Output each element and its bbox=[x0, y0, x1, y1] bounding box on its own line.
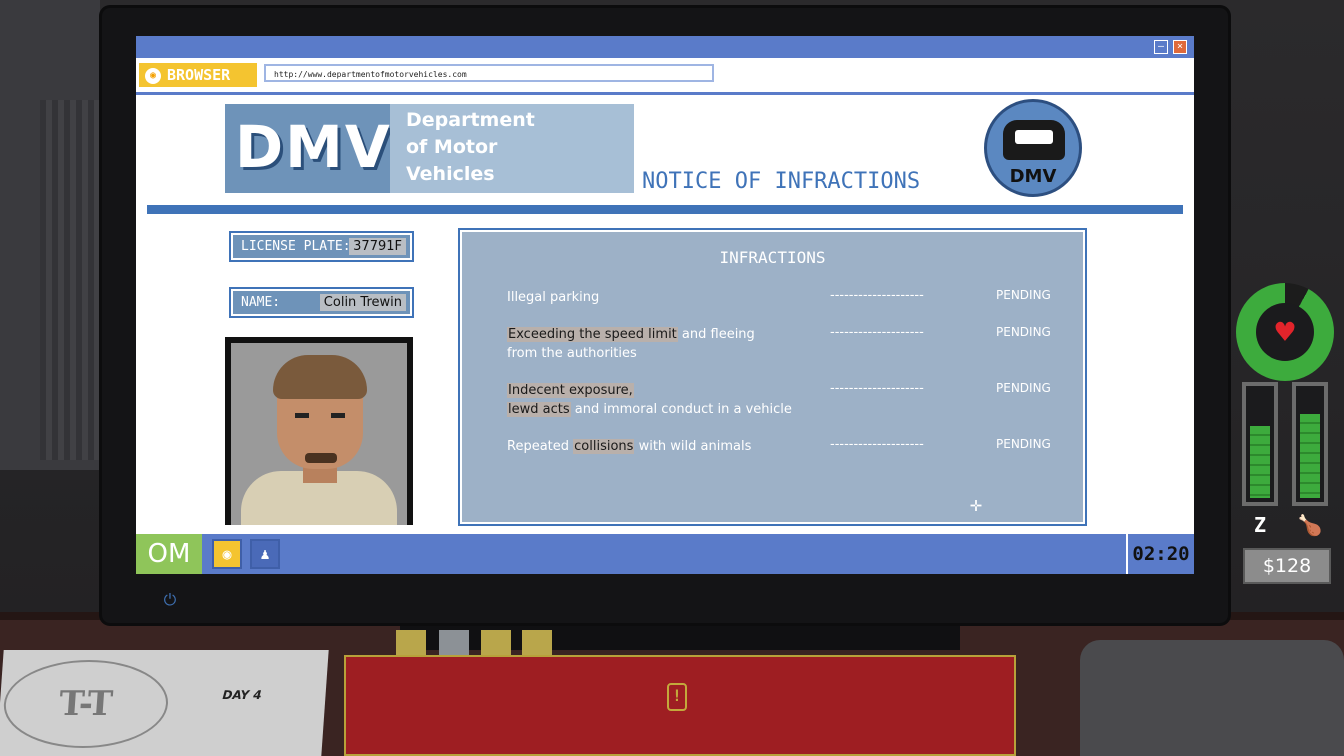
browser-tag: ◉ BROWSER bbox=[139, 63, 257, 87]
name-label: NAME: bbox=[241, 295, 281, 310]
browser-task-icon[interactable]: ◉ bbox=[212, 539, 242, 569]
zz-icon: Z bbox=[1253, 513, 1267, 537]
monitor-screen: – × ◉ BROWSER http://www.departmentofmoto… bbox=[136, 36, 1194, 574]
stand-tab bbox=[396, 630, 426, 656]
sleep-meter-fill bbox=[1250, 426, 1270, 498]
license-plate-field: LICENSE PLATE: 37791F bbox=[229, 231, 414, 262]
minimize-button[interactable]: – bbox=[1154, 40, 1168, 54]
infraction-description: Repeated collisions with wild animals bbox=[507, 437, 817, 456]
power-icon[interactable]: ⏻ bbox=[158, 588, 182, 612]
infraction-dash: -------------------- bbox=[830, 325, 924, 340]
header-divider bbox=[147, 205, 1183, 214]
infraction-highlight[interactable]: Indecent exposure, bbox=[507, 383, 634, 398]
infraction-highlight[interactable]: Exceeding the speed limit bbox=[507, 327, 678, 342]
infraction-description: Illegal parking bbox=[507, 288, 817, 307]
infraction-dash: -------------------- bbox=[830, 288, 924, 303]
license-plate-label: LICENSE PLATE: bbox=[241, 239, 351, 254]
stand-tab bbox=[439, 630, 469, 656]
taskbar-clock: 02:20 bbox=[1126, 534, 1194, 574]
close-button[interactable]: × bbox=[1173, 40, 1187, 54]
name-value: Colin Trewin bbox=[319, 294, 406, 311]
dmv-page: DMV Department of Motor Vehicles NOTICE … bbox=[136, 95, 1194, 534]
hunger-meter bbox=[1292, 382, 1328, 506]
driver-portrait bbox=[225, 337, 413, 525]
newspaper-logo: T-T bbox=[0, 660, 172, 748]
dmv-name-line: Department bbox=[406, 109, 535, 131]
car-icon bbox=[1003, 120, 1065, 160]
telephone[interactable] bbox=[1080, 640, 1344, 756]
infraction-dash: -------------------- bbox=[830, 437, 924, 452]
infractions-panel: INFRACTIONS Illegal parking ------------… bbox=[458, 228, 1087, 526]
browser-label: BROWSER bbox=[167, 66, 231, 84]
crosshair-cursor-icon: ✛ bbox=[970, 492, 983, 516]
alert-icon: ! bbox=[667, 683, 687, 711]
infraction-text: and fleeing bbox=[677, 327, 755, 342]
sleep-meter bbox=[1242, 382, 1278, 506]
dmv-badge: DMV bbox=[984, 99, 1082, 197]
page-title: NOTICE OF INFRACTIONS bbox=[642, 169, 921, 194]
dmv-badge-text: DMV bbox=[1009, 166, 1057, 187]
app-task-icon[interactable]: ♟ bbox=[250, 539, 280, 569]
license-plate-value: 37791F bbox=[349, 238, 406, 255]
infraction-status: PENDING bbox=[996, 288, 1051, 302]
heart-icon: ♥ bbox=[1256, 303, 1314, 361]
infractions-heading: INFRACTIONS bbox=[719, 248, 826, 267]
drumstick-icon: 🍗 bbox=[1297, 513, 1323, 537]
hunger-meter-fill bbox=[1300, 414, 1320, 498]
stand-tab bbox=[522, 630, 552, 656]
infraction-text: Illegal parking bbox=[507, 290, 600, 305]
window-blinds bbox=[0, 0, 100, 470]
health-ring: ♥ bbox=[1236, 283, 1334, 381]
infraction-status: PENDING bbox=[996, 381, 1051, 395]
dmv-logo: DMV bbox=[225, 104, 390, 193]
stand-tab bbox=[481, 630, 511, 656]
name-field: NAME: Colin Trewin bbox=[229, 287, 414, 318]
infraction-status: PENDING bbox=[996, 325, 1051, 339]
infraction-description: Exceeding the speed limit and fleeing fro… bbox=[507, 325, 817, 363]
start-button[interactable]: OM bbox=[136, 534, 202, 574]
infraction-highlight[interactable]: lewd acts bbox=[507, 402, 571, 417]
dmv-name-block: Department of Motor Vehicles bbox=[390, 104, 634, 193]
infraction-text: from the authorities bbox=[507, 346, 637, 361]
infraction-text: Repeated bbox=[507, 439, 574, 454]
taskbar: OM ◉ ♟ 02:20 bbox=[136, 534, 1194, 574]
browser-logo-icon: ◉ bbox=[145, 67, 161, 84]
dmv-logo-abbr: DMV bbox=[235, 113, 392, 181]
newspaper-day: DAY 4 bbox=[222, 688, 263, 702]
money-display: $128 bbox=[1243, 548, 1331, 584]
infraction-text: with wild animals bbox=[634, 439, 752, 454]
notebook[interactable]: ! bbox=[344, 655, 1016, 756]
url-input[interactable]: http://www.departmentofmotorvehicles.com bbox=[264, 64, 714, 82]
infraction-text: and immoral conduct in a vehicle bbox=[570, 402, 792, 417]
dmv-name-line: of Motor bbox=[406, 136, 498, 158]
infraction-description: Indecent exposure, lewd acts and immoral … bbox=[507, 381, 817, 419]
infraction-dash: -------------------- bbox=[830, 381, 924, 396]
infraction-status: PENDING bbox=[996, 437, 1051, 451]
address-bar: ◉ BROWSER http://www.departmentofmotorveh… bbox=[136, 58, 1194, 95]
infraction-highlight[interactable]: collisions bbox=[573, 439, 635, 454]
window-titlebar: – × bbox=[136, 36, 1194, 58]
dmv-name-line: Vehicles bbox=[406, 163, 495, 185]
newspaper[interactable]: T-T DAY 4 bbox=[0, 650, 329, 756]
